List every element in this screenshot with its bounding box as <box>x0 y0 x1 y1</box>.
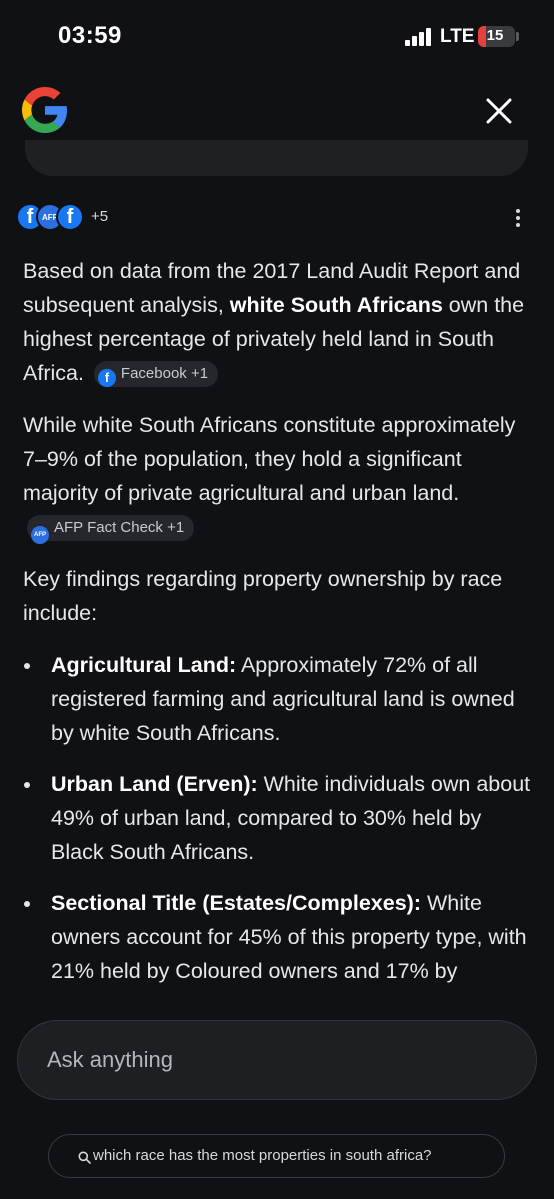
source-chip-label: Facebook +1 <box>120 365 209 382</box>
ask-input-placeholder: Ask anything <box>47 1047 173 1072</box>
list-item-title: Urban Land (Erven): <box>51 772 258 796</box>
list-item-title: Agricultural Land: <box>51 653 237 677</box>
list-item-title: Sectional Title (Estates/Complexes): <box>51 891 421 915</box>
sources-count: +5 <box>91 208 109 225</box>
facebook-icon: f <box>97 369 116 387</box>
list-item: Agricultural Land: Approximately 72% of … <box>23 648 533 750</box>
source-chip-label: AFP Fact Check +1 <box>54 519 185 536</box>
query-text: which race has the most properties in so… <box>93 1147 432 1164</box>
search-icon <box>78 1151 91 1164</box>
ai-answer: Based on data from the 2017 Land Audit R… <box>23 254 533 1005</box>
facebook-icon: f <box>56 203 84 231</box>
list-item: Urban Land (Erven): White individuals ow… <box>23 767 533 869</box>
previous-card-bottom <box>25 140 528 176</box>
findings-list: Agricultural Land: Approximately 72% of … <box>23 648 533 988</box>
battery-icon: 15 <box>478 26 515 47</box>
answer-paragraph: While white South Africans constitute ap… <box>23 408 533 544</box>
afp-icon: AFP <box>31 526 49 544</box>
status-bar: 03:59 LTE 15 <box>0 0 554 72</box>
answer-text: While white South Africans constitute ap… <box>23 413 516 505</box>
ask-input[interactable]: Ask anything <box>17 1020 537 1100</box>
answer-bold-text: white South Africans <box>229 293 443 317</box>
close-icon[interactable] <box>482 94 516 128</box>
battery-tip <box>516 32 519 41</box>
more-options-icon[interactable] <box>506 204 530 232</box>
signal-icon <box>405 28 435 46</box>
status-time: 03:59 <box>58 22 122 49</box>
query-pill[interactable]: which race has the most properties in so… <box>48 1134 505 1178</box>
answer-paragraph: Based on data from the 2017 Land Audit R… <box>23 254 533 390</box>
google-logo-icon <box>22 87 68 133</box>
battery-level: 15 <box>486 27 504 44</box>
list-item: Sectional Title (Estates/Complexes): Whi… <box>23 886 533 988</box>
answer-paragraph: Key findings regarding property ownershi… <box>23 567 503 625</box>
source-chip-afp[interactable]: AFP AFP Fact Check +1 <box>27 515 195 544</box>
source-chip-facebook[interactable]: f Facebook +1 <box>93 361 219 387</box>
network-type: LTE <box>440 26 475 47</box>
